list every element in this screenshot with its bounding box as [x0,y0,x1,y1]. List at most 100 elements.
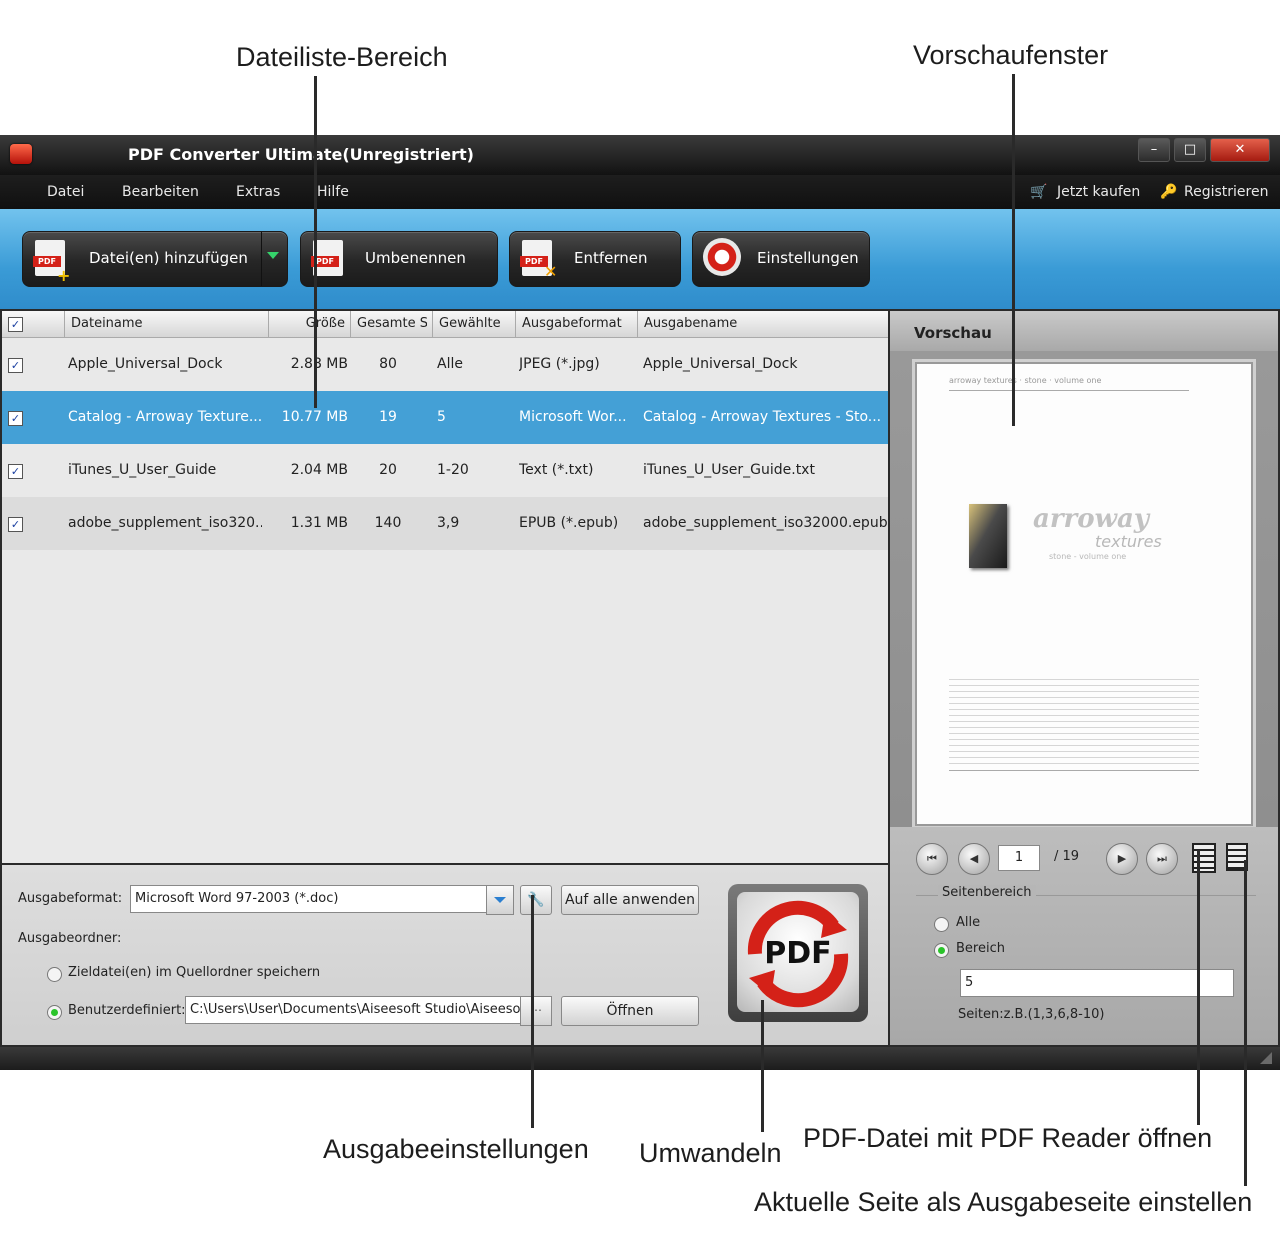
selected-pages: Alle [437,356,463,372]
custom-folder-label: Benutzerdefiniert: [68,1003,186,1018]
minimize-button[interactable]: – [1138,138,1170,162]
output-settings-button[interactable]: 🔧 [520,885,552,915]
prev-page-button[interactable]: ◀ [958,843,990,875]
callout-line-open-pdf-reader [1197,850,1200,1125]
all-pages-radio[interactable] [934,917,949,932]
close-button[interactable]: ✕ [1210,138,1270,162]
output-format-select[interactable]: Microsoft Word 97-2003 (*.doc) [130,885,488,913]
callout-convert: Umwandeln [639,1138,782,1168]
output-settings-panel: Ausgabeformat: Microsoft Word 97-2003 (*… [2,865,888,1045]
maximize-button[interactable]: □ [1174,138,1206,162]
preview-title: Vorschau [914,324,992,342]
selected-pages: 1-20 [437,462,469,478]
file-list: ✓ Dateiname Größe Gesamte S Gewählte Aus… [2,311,888,863]
wrench-icon: 🔧 [527,892,545,908]
menu-bar: Datei Bearbeiten Extras Hilfe 🛒 Jetzt ka… [0,175,1280,209]
save-source-radio[interactable] [47,967,62,982]
total-pages: 80 [379,356,397,372]
menu-datei[interactable]: Datei [47,184,84,200]
buy-now-link[interactable]: Jetzt kaufen [1057,184,1140,200]
column-header-selected[interactable]: Gewählte [432,311,515,337]
pdf-remove-icon: PDF ✕ [520,240,557,281]
callout-open-pdf-reader: PDF-Datei mit PDF Reader öffnen [803,1123,1213,1153]
preview-page: arroway textures · stone · volume one ar… [912,359,1256,829]
range-label: Bereich [956,941,1005,956]
table-row[interactable]: ✓ Catalog - Arroway Texture... 10.77 MB … [2,391,888,444]
callout-preview-window: Vorschaufenster [913,40,1109,70]
selected-pages: 3,9 [437,515,460,531]
register-link[interactable]: Registrieren [1184,184,1268,200]
remove-button[interactable]: PDF ✕ Entfernen [509,231,681,287]
pdf-rename-icon: PDF [311,240,343,276]
column-header-output[interactable]: Ausgabename [637,311,884,337]
table-row[interactable]: ✓ iTunes_U_User_Guide 2.04 MB 20 1-20 Te… [2,444,888,497]
menu-extras[interactable]: Extras [236,184,280,200]
divider [949,390,1189,391]
convert-button[interactable]: PDF [728,884,868,1022]
select-all-checkbox[interactable]: ✓ [8,317,23,332]
output-folder-label: Ausgabeordner: [18,931,122,946]
dropdown-arrow-icon[interactable] [267,252,279,259]
total-pages: 20 [379,462,397,478]
page-number-input[interactable]: 1 [998,845,1040,871]
remove-label: Entfernen [574,249,648,267]
table-row[interactable]: ✓ Apple_Universal_Dock 2.88 MB 80 Alle J… [2,338,888,391]
cart-icon: 🛒 [1030,184,1048,200]
resize-grip-icon[interactable] [1260,1052,1272,1064]
output-format: EPUB (*.epub) [519,515,619,531]
file-name: Apple_Universal_Dock [68,356,223,372]
file-name: Catalog - Arroway Texture... [68,409,262,425]
app-window: PDF Converter Ultimate(Unregistriert) – … [0,135,1280,1070]
row-checkbox[interactable]: ✓ [8,464,23,479]
open-pdf-reader-icon[interactable] [1192,843,1216,873]
custom-folder-radio[interactable] [47,1005,62,1020]
callout-set-current-page: Aktuelle Seite als Ausgabeseite einstell… [754,1187,1253,1217]
toolbar: PDF + Datei(en) hinzufügen PDF Umbenennen… [0,209,1280,309]
path-dropdown-button[interactable]: ⋯ [520,996,552,1026]
column-header-total[interactable]: Gesamte S [350,311,427,337]
output-name: Catalog - Arroway Textures - Sto... [643,409,882,425]
last-page-button[interactable]: ⏭ [1146,843,1178,875]
row-checkbox[interactable]: ✓ [8,411,23,426]
callout-output-settings: Ausgabeeinstellungen [323,1134,589,1164]
divider [949,770,1199,771]
callout-line-convert [761,1000,764,1132]
preview-controls: ⏮ ◀ 1 / 19 ▶ ⏭ Seitenbereich Alle Bereic… [890,827,1278,1045]
status-bar [0,1047,1280,1070]
menu-hilfe[interactable]: Hilfe [317,184,349,200]
custom-path-field[interactable]: C:\Users\User\Documents\Aiseesoft Studio… [185,996,521,1024]
next-page-button[interactable]: ▶ [1106,843,1138,875]
preview-panel: Vorschau arroway textures · stone · volu… [890,311,1278,1045]
column-header-size[interactable]: Größe [268,311,349,337]
column-header-format[interactable]: Ausgabeformat [515,311,638,337]
save-source-label: Zieldatei(en) im Quellordner speichern [68,965,321,980]
row-checkbox[interactable]: ✓ [8,358,23,373]
apply-all-button[interactable]: Auf alle anwenden [561,885,699,915]
settings-button[interactable]: Einstellungen [692,231,870,287]
file-size: 10.77 MB [281,409,348,425]
range-input[interactable]: 5 [960,969,1234,997]
output-name: iTunes_U_User_Guide.txt [643,462,815,478]
open-folder-button[interactable]: Öffnen [561,996,699,1026]
total-pages: 140 [374,515,402,531]
row-checkbox[interactable]: ✓ [8,517,23,532]
output-format: Microsoft Wor... [519,409,627,425]
file-size: 1.31 MB [290,515,348,531]
preview-logo: arroway [1033,504,1149,534]
format-dropdown-button[interactable] [486,885,514,915]
window-title: PDF Converter Ultimate(Unregistriert) [128,145,474,164]
add-files-button[interactable]: PDF + Datei(en) hinzufügen [22,231,288,287]
total-pages: 19 [379,409,397,425]
gear-icon [703,238,741,276]
table-row[interactable]: ✓ adobe_supplement_iso320... 1.31 MB 140… [2,497,888,550]
range-radio[interactable] [934,943,949,958]
callout-line-set-current-page [1244,860,1247,1186]
menu-bearbeiten[interactable]: Bearbeiten [122,184,199,200]
first-page-button[interactable]: ⏮ [916,843,948,875]
output-format: JPEG (*.jpg) [519,356,600,372]
rename-button[interactable]: PDF Umbenennen [300,231,498,287]
callout-file-list-area: Dateiliste-Bereich [236,42,448,72]
preview-header: Vorschau [890,311,1278,351]
column-header-name[interactable]: Dateiname [64,311,269,337]
preview-logo-sub2: stone - volume one [1049,552,1127,561]
